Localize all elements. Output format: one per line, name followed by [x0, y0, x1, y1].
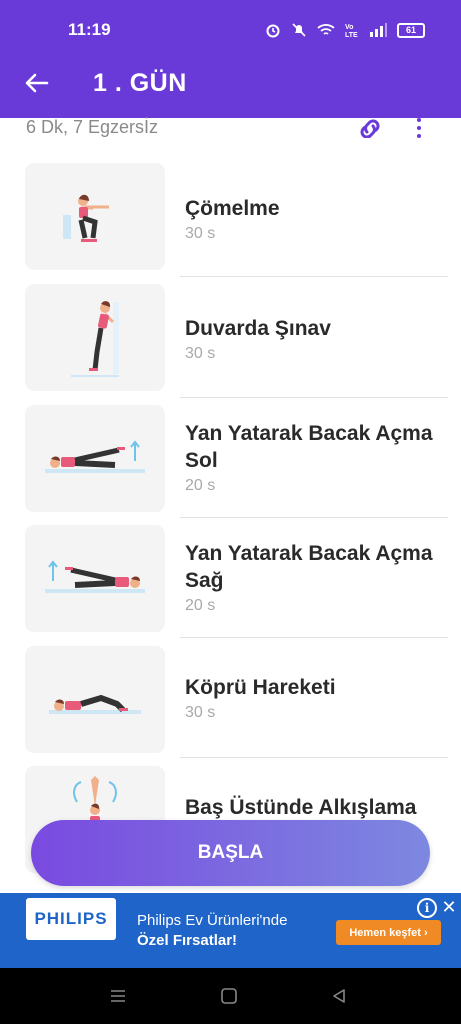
ad-text: Philips Ev Ürünleri'nde Özel Fırsatlar!	[137, 911, 287, 951]
status-icons: Vo LTE 61	[265, 20, 425, 40]
side-leg-raise-left-illustration	[45, 440, 145, 473]
side-leg-raise-right-illustration	[45, 560, 145, 593]
exercise-thumbnail	[25, 525, 165, 632]
mute-icon	[292, 23, 306, 37]
ad-info-icon[interactable]: i	[417, 898, 437, 918]
status-bar: 11:19 Vo LTE 61	[0, 0, 461, 60]
exercise-row[interactable]: Yan Yatarak Bacak Açma Sol 20 s	[0, 402, 461, 512]
home-button[interactable]	[216, 984, 242, 1008]
arrow-left-icon	[25, 73, 49, 93]
row-divider	[180, 637, 448, 638]
ad-line-1: Philips Ev Ürünleri'nde	[137, 912, 288, 929]
more-dot	[417, 134, 421, 138]
exercise-name: Köprü Hareketi	[185, 676, 336, 699]
share-link-button[interactable]	[357, 116, 385, 140]
exercise-duration: 20 s	[185, 477, 216, 494]
exercise-name: Çömelme	[185, 197, 280, 220]
svg-text:LTE: LTE	[345, 32, 358, 38]
triangle-back-icon	[333, 989, 345, 1003]
more-dot	[417, 126, 421, 130]
bridge-illustration	[49, 694, 141, 714]
system-nav-bar	[0, 968, 461, 1024]
exercise-duration: 30 s	[185, 225, 216, 242]
row-divider	[180, 517, 448, 518]
exercise-thumbnail	[25, 284, 165, 391]
ad-line-2: Özel Fırsatlar!	[137, 932, 238, 949]
back-nav-button[interactable]	[326, 984, 352, 1008]
square-icon	[221, 988, 237, 1004]
wifi-icon	[317, 24, 335, 35]
volte-icon: VoLTE	[345, 24, 358, 38]
exercise-thumbnail	[25, 163, 165, 270]
wall-pushup-illustration	[71, 301, 119, 377]
app-header: 11:19 Vo LTE 61 1 . GÜN	[0, 0, 461, 118]
row-divider	[180, 276, 448, 277]
battery-indicator: 61	[397, 22, 425, 38]
start-button[interactable]: BAŞLA	[31, 820, 430, 886]
svg-text:Vo: Vo	[345, 24, 353, 31]
exercise-thumbnail	[25, 405, 165, 512]
exercise-name: Yan Yatarak Bacak Açma Sağ	[185, 542, 433, 592]
exercise-duration: 30 s	[185, 345, 216, 362]
page-title: 1 . GÜN	[93, 69, 187, 97]
exercise-duration: 30 s	[185, 704, 216, 721]
toolbar: 1 . GÜN	[0, 58, 461, 110]
back-button[interactable]	[22, 68, 52, 98]
ad-brand-logo: PHILIPS	[34, 909, 108, 928]
exercise-name: Yan Yatarak Bacak Açma Sol	[185, 422, 433, 472]
link-icon	[360, 119, 380, 138]
workout-summary-bar: 6 Dk, 7 Egzersİz	[0, 114, 461, 144]
exercise-info: Yan Yatarak Bacak Açma Sağ 20 s	[185, 540, 447, 615]
exercise-row[interactable]: Çömelme 30 s	[0, 160, 461, 270]
alarm-icon	[266, 24, 280, 38]
exercise-info: Köprü Hareketi 30 s	[185, 674, 447, 722]
exercise-row[interactable]: Duvarda Şınav 30 s	[0, 281, 461, 391]
more-dot	[417, 118, 421, 122]
squat-illustration	[63, 194, 109, 242]
row-divider	[180, 757, 448, 758]
exercise-info: Duvarda Şınav 30 s	[185, 315, 447, 363]
ad-cta-button[interactable]: Hemen keşfet ›	[336, 920, 441, 945]
exercise-info: Çömelme 30 s	[185, 195, 447, 243]
workout-summary: 6 Dk, 7 Egzersİz	[26, 117, 159, 137]
more-options-button[interactable]	[406, 116, 432, 140]
signal-icon	[370, 23, 387, 37]
ad-logo-box: PHILIPS	[26, 898, 116, 940]
exercise-info: Yan Yatarak Bacak Açma Sol 20 s	[185, 420, 447, 495]
ad-close-icon[interactable]: ✕	[439, 895, 459, 919]
row-divider	[180, 397, 448, 398]
exercise-row[interactable]: Yan Yatarak Bacak Açma Sağ 20 s	[0, 522, 461, 632]
exercise-row[interactable]: Köprü Hareketi 30 s	[0, 643, 461, 753]
exercise-duration: 20 s	[185, 597, 216, 614]
recents-button[interactable]	[105, 984, 131, 1008]
menu-lines-icon	[111, 990, 125, 1002]
ad-banner[interactable]: PHILIPS Philips Ev Ürünleri'nde Özel Fır…	[0, 893, 461, 968]
exercise-name: Duvarda Şınav	[185, 317, 331, 340]
exercise-thumbnail	[25, 646, 165, 753]
exercise-name: Baş Üstünde Alkışlama	[185, 796, 417, 819]
status-time: 11:19	[68, 20, 111, 39]
